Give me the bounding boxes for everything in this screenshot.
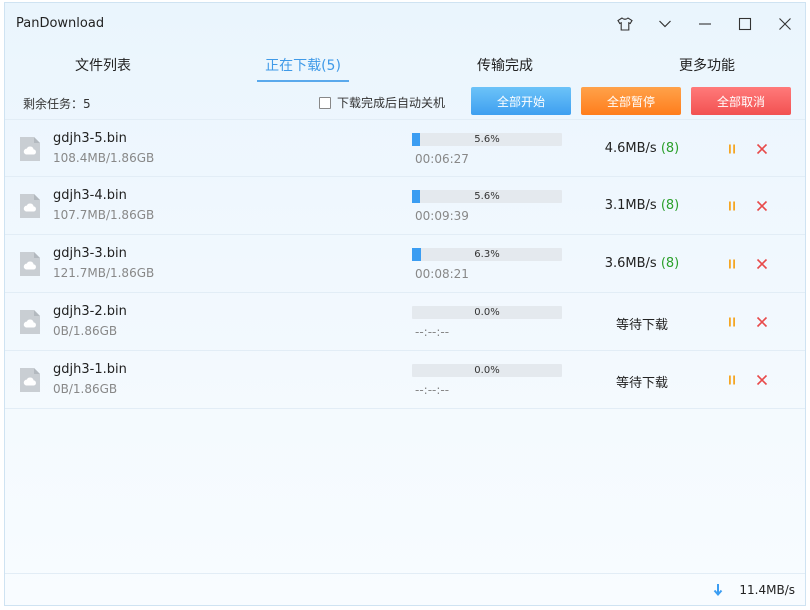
progress-bar: 5.6% (412, 133, 562, 146)
pause-icon[interactable] (725, 373, 739, 387)
cloud-file-icon (20, 252, 40, 276)
x-icon[interactable] (755, 142, 769, 156)
tab-label: 传输完成 (477, 58, 533, 74)
file-name: gdjh3-4.bin (53, 188, 127, 203)
cloud-file-icon (20, 310, 40, 334)
cloud-file-icon (20, 194, 40, 218)
download-row[interactable]: gdjh3-2.bin 0B/1.86GB 0.0% --:--:-- 等待下载 (5, 293, 805, 351)
download-arrow-icon (713, 584, 723, 597)
tab-label: 更多功能 (679, 58, 735, 74)
auto-shutdown-checkbox[interactable] (319, 96, 331, 109)
total-speed: 11.4MB/s (739, 583, 795, 597)
pause-icon[interactable] (725, 257, 739, 271)
file-size: 0B/1.86GB (53, 324, 118, 338)
cloud-file-icon (20, 137, 40, 161)
title-bar: PanDownload (5, 3, 805, 45)
download-list: gdjh3-5.bin 108.4MB/1.86GB 5.6% 00:06:27… (5, 119, 805, 409)
x-icon[interactable] (755, 257, 769, 271)
tshirt-icon[interactable] (607, 9, 643, 39)
download-speed: 4.6MB/s (8) (567, 141, 717, 156)
x-icon[interactable] (755, 315, 769, 329)
file-name: gdjh3-1.bin (53, 362, 127, 377)
tab-more-features[interactable]: 更多功能 (657, 45, 757, 85)
app-window: PanDownload 文件列表 正在下载(5) 传输完成 更多功能 剩余任务：… (4, 2, 806, 606)
x-icon[interactable] (755, 199, 769, 213)
progress-bar: 0.0% (412, 364, 562, 377)
pause-icon[interactable] (725, 199, 739, 213)
progress-bar: 0.0% (412, 306, 562, 319)
download-speed: 3.1MB/s (8) (567, 198, 717, 213)
connection-count: (8) (660, 256, 680, 271)
download-speed: 等待下载 (567, 314, 717, 333)
time-remaining: --:--:-- (415, 325, 450, 339)
tab-bar: 文件列表 正在下载(5) 传输完成 更多功能 (5, 45, 805, 85)
pause-icon[interactable] (725, 315, 739, 329)
progress-percent: 0.0% (474, 307, 500, 318)
tab-completed[interactable]: 传输完成 (455, 45, 555, 85)
file-size: 121.7MB/1.86GB (53, 266, 155, 280)
progress-percent: 0.0% (474, 365, 500, 376)
cancel-all-button[interactable]: 全部取消 (691, 87, 791, 115)
cloud-file-icon (20, 368, 40, 392)
auto-shutdown-label: 下载完成后自动关机 (337, 96, 446, 110)
download-status: 等待下载 (615, 376, 668, 391)
minimize-icon[interactable] (687, 9, 723, 39)
start-all-button[interactable]: 全部开始 (471, 87, 571, 115)
file-name: gdjh3-5.bin (53, 131, 127, 146)
file-name: gdjh3-3.bin (53, 246, 127, 261)
progress-percent: 6.3% (474, 249, 500, 260)
time-remaining: 00:06:27 (415, 152, 469, 166)
tab-label: 正在下载(5) (265, 58, 341, 74)
close-icon[interactable] (767, 9, 803, 39)
download-row[interactable]: gdjh3-4.bin 107.7MB/1.86GB 5.6% 00:09:39… (5, 177, 805, 235)
connection-count: (8) (660, 141, 680, 156)
progress-bar: 6.3% (412, 248, 562, 261)
download-status: 等待下载 (615, 318, 668, 333)
maximize-icon[interactable] (727, 9, 763, 39)
download-speed: 3.6MB/s (8) (567, 256, 717, 271)
file-size: 107.7MB/1.86GB (53, 208, 155, 222)
x-icon[interactable] (755, 373, 769, 387)
download-row[interactable]: gdjh3-3.bin 121.7MB/1.86GB 6.3% 00:08:21… (5, 235, 805, 293)
tab-label: 文件列表 (75, 58, 131, 74)
tab-file-list[interactable]: 文件列表 (53, 45, 153, 85)
file-name: gdjh3-2.bin (53, 304, 127, 319)
app-title: PanDownload (16, 16, 105, 31)
progress-bar: 5.6% (412, 190, 562, 203)
pause-icon[interactable] (725, 142, 739, 156)
speed-value: 3.1MB/s (604, 198, 657, 213)
download-row[interactable]: gdjh3-1.bin 0B/1.86GB 0.0% --:--:-- 等待下载 (5, 351, 805, 409)
active-tab-underline (257, 80, 349, 82)
file-size: 0B/1.86GB (53, 382, 118, 396)
status-bar: 11.4MB/s (5, 573, 805, 605)
speed-value: 4.6MB/s (604, 141, 657, 156)
remaining-tasks: 剩余任务：5 (23, 97, 91, 111)
progress-percent: 5.6% (474, 191, 500, 202)
file-size: 108.4MB/1.86GB (53, 151, 155, 165)
progress-percent: 5.6% (474, 134, 500, 145)
time-remaining: 00:08:21 (415, 267, 469, 281)
toolbar: 剩余任务：5 下载完成后自动关机 全部开始 全部暂停 全部取消 (5, 85, 805, 119)
connection-count: (8) (660, 198, 680, 213)
download-speed: 等待下载 (567, 372, 717, 391)
chevron-down-icon[interactable] (647, 9, 683, 39)
download-row[interactable]: gdjh3-5.bin 108.4MB/1.86GB 5.6% 00:06:27… (5, 119, 805, 177)
auto-shutdown-toggle[interactable]: 下载完成后自动关机 (319, 94, 445, 111)
speed-value: 3.6MB/s (604, 256, 657, 271)
time-remaining: 00:09:39 (415, 209, 469, 223)
time-remaining: --:--:-- (415, 383, 450, 397)
pause-all-button[interactable]: 全部暂停 (581, 87, 681, 115)
tab-downloading[interactable]: 正在下载(5) (257, 45, 349, 85)
